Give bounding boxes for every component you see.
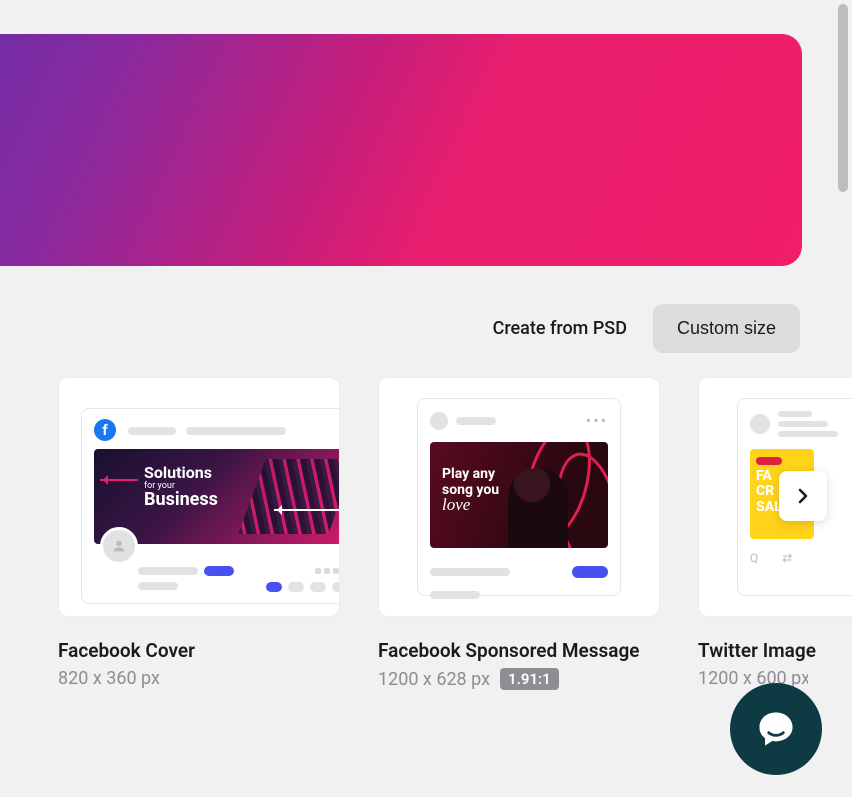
- arrow-left-icon: [100, 479, 138, 481]
- templates-row: Solutions for your Business: [0, 377, 852, 690]
- carousel-next-button[interactable]: [779, 471, 827, 521]
- avatar-icon: [430, 412, 448, 430]
- facebook-icon: [94, 419, 116, 441]
- retweet-icon: ⇄: [782, 551, 792, 565]
- thumbnail-text: Play any song you love: [442, 466, 499, 515]
- thumbnail-actions: Q ⇄: [750, 551, 852, 565]
- placeholder-line: [128, 427, 176, 435]
- avatar-icon: [750, 414, 770, 434]
- template-title: Facebook Sponsored Message: [378, 639, 660, 662]
- arrow-right-icon: [274, 509, 340, 511]
- template-item-facebook-sponsored: ••• Play any song you love Facebook Spon…: [378, 377, 660, 690]
- template-dimensions: 820 x 360 px: [58, 668, 160, 689]
- thumbnail-image: Play any song you love: [430, 442, 608, 548]
- more-icon: •••: [586, 411, 608, 430]
- template-dimensions: 1200 x 628 px: [378, 669, 490, 690]
- aspect-ratio-badge: 1.91:1: [500, 668, 559, 690]
- comment-icon: Q: [750, 551, 758, 565]
- thumbnail-text: Solutions for your Business: [144, 463, 218, 510]
- thumbnail-preview: Solutions for your Business: [81, 408, 340, 604]
- placeholder-line: [186, 427, 286, 435]
- thumbnail-image: Solutions for your Business: [94, 449, 340, 544]
- template-item-facebook-cover: Solutions for your Business: [58, 377, 340, 690]
- template-item-twitter-image: FA CR SALE Q ⇄ Twitter Image 1200 x 600 …: [698, 377, 852, 690]
- template-card[interactable]: ••• Play any song you love: [378, 377, 660, 617]
- chevron-right-icon: [798, 488, 808, 504]
- action-row: Create from PSD Custom size: [0, 304, 800, 353]
- chat-support-button[interactable]: [730, 683, 822, 775]
- thumbnail-preview: ••• Play any song you love: [417, 398, 621, 596]
- thumbnail-footer: [94, 566, 340, 576]
- template-card[interactable]: FA CR SALE Q ⇄: [698, 377, 852, 617]
- avatar-icon: [100, 527, 138, 565]
- chat-icon: [754, 707, 798, 751]
- template-title: Facebook Cover: [58, 639, 340, 662]
- template-title: Twitter Image: [698, 639, 838, 662]
- hero-banner: [0, 34, 802, 266]
- thumbnail-chips: [94, 582, 340, 592]
- create-from-psd-button[interactable]: Create from PSD: [493, 318, 627, 339]
- custom-size-button[interactable]: Custom size: [653, 304, 800, 353]
- scrollbar[interactable]: [838, 4, 848, 192]
- template-card[interactable]: Solutions for your Business: [58, 377, 340, 617]
